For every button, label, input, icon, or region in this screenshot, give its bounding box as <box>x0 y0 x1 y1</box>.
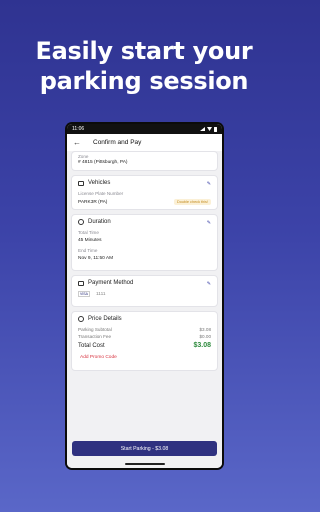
price-title: Price Details <box>88 316 122 322</box>
double-check-badge: Double check this! <box>173 199 211 205</box>
clock-icon <box>78 219 84 225</box>
gesture-nav-bar <box>124 463 165 465</box>
phone-screen: 11:06 ← Confirm and Pay Zone # 4815 (Pit… <box>67 124 222 468</box>
visa-logo-icon: VISA <box>78 291 90 297</box>
headline-line-1: Easily start your <box>35 37 253 65</box>
location-value: # 4815 (Pittsburgh, PA) <box>78 160 128 165</box>
fee-label: Transaction Fee <box>78 334 112 339</box>
signal-icon <box>200 127 205 131</box>
payment-method-row: VISA 1111 <box>78 291 211 297</box>
fee-value: $0.00 <box>199 334 212 339</box>
plate-row: PARK3R (PA) Double check this! <box>78 199 211 205</box>
dollar-icon <box>78 316 84 322</box>
wifi-icon <box>207 127 212 131</box>
headline: Easily start your parking session <box>0 36 288 96</box>
location-label: Zone <box>78 154 89 159</box>
vehicles-card: Vehicles ✎ License Plate Number PARK3R (… <box>71 175 218 210</box>
payment-title: Payment Method <box>88 280 134 286</box>
battery-icon <box>214 126 217 132</box>
status-bar: 11:06 <box>67 124 222 134</box>
subtotal-label: Parking Subtotal <box>78 327 112 332</box>
plate-label: License Plate Number <box>78 191 124 196</box>
subtotal-row: Parking Subtotal $3.08 <box>78 327 211 332</box>
end-time-label: End Time <box>78 248 98 253</box>
edit-vehicle-icon[interactable]: ✎ <box>207 181 211 187</box>
app-bar: ← Confirm and Pay <box>67 134 222 151</box>
confirm-content[interactable]: Zone # 4815 (Pittsburgh, PA) Vehicles ✎ … <box>67 151 222 468</box>
edit-duration-icon[interactable]: ✎ <box>207 220 211 226</box>
end-time-value: Nov 9, 11:50 AM <box>78 256 114 261</box>
total-row: Total Cost $3.08 <box>78 342 211 349</box>
payment-card: Payment Method ✎ VISA 1111 <box>71 275 218 307</box>
plate-value: PARK3R (PA) <box>78 199 108 205</box>
car-icon <box>78 180 84 186</box>
headline-line-2: parking session <box>39 67 249 95</box>
status-time: 11:06 <box>72 126 85 132</box>
total-value: $3.08 <box>193 342 211 349</box>
subtotal-value: $3.08 <box>199 327 212 332</box>
location-card: Zone # 4815 (Pittsburgh, PA) <box>71 151 218 171</box>
price-header: Price Details <box>78 316 211 322</box>
total-time-label: Total Time <box>78 230 99 235</box>
total-label: Total Cost <box>78 342 105 349</box>
status-icons <box>200 126 217 132</box>
add-promo-code-link[interactable]: Add Promo Code <box>78 355 211 360</box>
edit-payment-icon[interactable]: ✎ <box>207 281 211 287</box>
start-parking-button[interactable]: Start Parking - $3.08 <box>72 441 217 456</box>
fee-row: Transaction Fee $0.00 <box>78 334 211 339</box>
payment-header: Payment Method <box>78 280 211 286</box>
vehicles-header: Vehicles <box>78 180 211 186</box>
credit-card-icon <box>78 280 84 286</box>
price-card: Price Details Parking Subtotal $3.08 Tra… <box>71 311 218 371</box>
page-title: Confirm and Pay <box>93 139 142 146</box>
card-last4: 1111 <box>95 292 106 297</box>
back-arrow-icon[interactable]: ← <box>73 138 81 147</box>
duration-title: Duration <box>88 219 111 225</box>
total-time-value: 45 Minutes <box>78 238 102 243</box>
phone-frame: 11:06 ← Confirm and Pay Zone # 4815 (Pit… <box>65 122 224 470</box>
vehicles-title: Vehicles <box>88 180 111 186</box>
duration-header: Duration <box>78 219 211 225</box>
duration-card: Duration ✎ Total Time 45 Minutes End Tim… <box>71 214 218 271</box>
